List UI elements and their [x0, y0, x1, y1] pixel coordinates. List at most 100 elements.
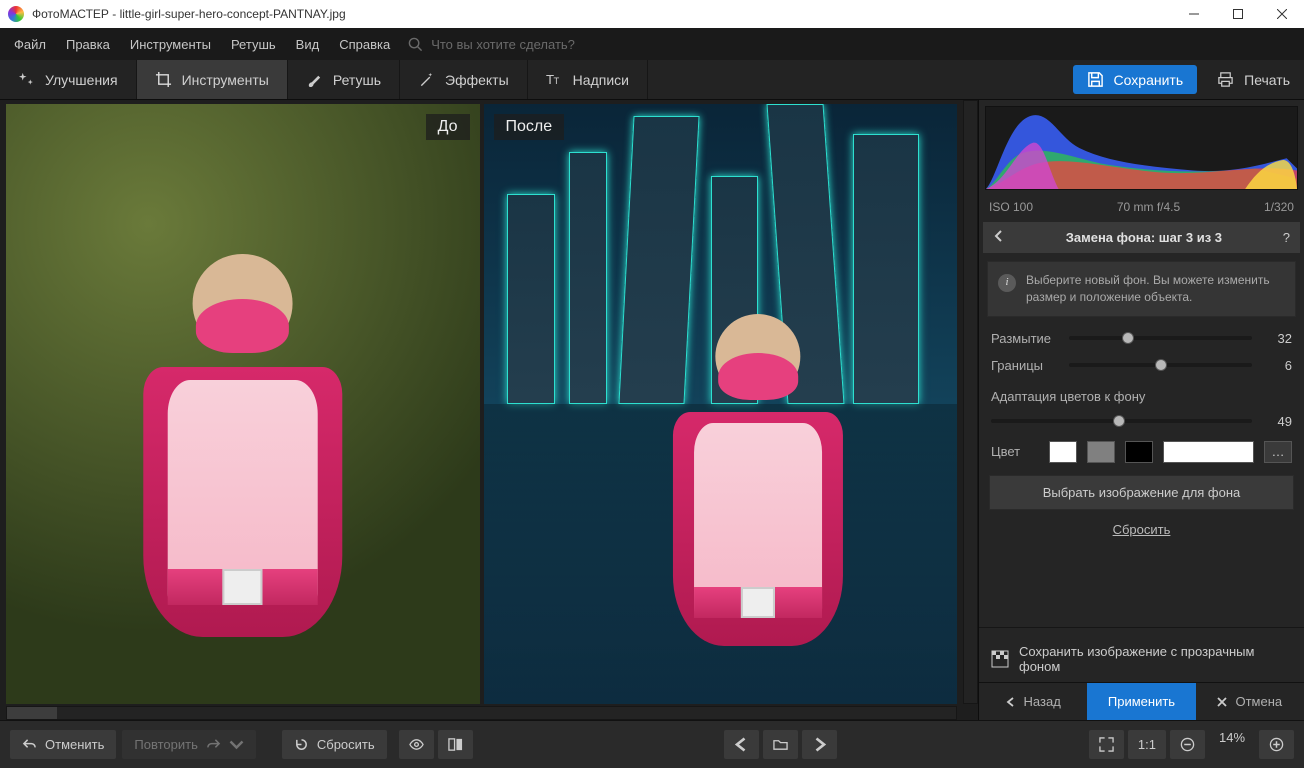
preview-button[interactable]: [399, 730, 434, 759]
folder-icon: [773, 737, 788, 752]
slider-edges[interactable]: Границы 6: [979, 352, 1304, 379]
tab-retouch-label: Ретушь: [333, 72, 381, 88]
brush-icon: [306, 71, 323, 88]
menu-view[interactable]: Вид: [286, 31, 330, 58]
window-titlebar: ФотоМАСТЕР - little-girl-super-hero-conc…: [0, 0, 1304, 28]
canvas-compare[interactable]: До После: [6, 104, 957, 704]
swatch-gray[interactable]: [1087, 441, 1115, 463]
reset-icon: [294, 737, 309, 752]
fit-screen-button[interactable]: [1089, 730, 1124, 759]
tab-text-label: Надписи: [573, 72, 629, 88]
reset-all-label: Сбросить: [317, 737, 375, 752]
exif-shutter: 1/320: [1264, 200, 1294, 214]
chevron-left-icon: [1006, 697, 1016, 707]
slider-adapt-value: 49: [1262, 414, 1292, 429]
swatch-white[interactable]: [1049, 441, 1077, 463]
window-minimize-button[interactable]: [1172, 0, 1216, 28]
next-image-button[interactable]: [802, 730, 837, 759]
choose-bg-button[interactable]: Выбрать изображение для фона: [989, 475, 1294, 510]
save-transparent-label: Сохранить изображение с прозрачным фоном: [1019, 644, 1292, 674]
slider-edges-track[interactable]: [1069, 363, 1252, 367]
save-icon: [1087, 71, 1104, 88]
redo-button[interactable]: Повторить: [122, 730, 255, 759]
menu-help[interactable]: Справка: [329, 31, 400, 58]
panel-actions: Назад Применить Отмена: [979, 682, 1304, 720]
zoom-actual-button[interactable]: 1:1: [1128, 730, 1166, 759]
printer-icon: [1217, 71, 1234, 88]
save-transparent-button[interactable]: Сохранить изображение с прозрачным фоном: [979, 636, 1304, 682]
compare-button[interactable]: [438, 730, 473, 759]
menu-retouch[interactable]: Ретушь: [221, 31, 286, 58]
window-maximize-button[interactable]: [1216, 0, 1260, 28]
menu-edit[interactable]: Правка: [56, 31, 120, 58]
back-button[interactable]: Назад: [979, 683, 1087, 720]
bottom-bar: Отменить Повторить Сбросить 1:1 14%: [0, 720, 1304, 768]
slider-blur-track[interactable]: [1069, 336, 1252, 340]
tab-effects[interactable]: Эффекты: [400, 60, 528, 99]
save-button[interactable]: Сохранить: [1073, 65, 1198, 94]
chevron-down-icon: [229, 737, 244, 752]
panel-info: i Выберите новый фон. Вы можете изменить…: [987, 261, 1296, 317]
svg-text:T: T: [553, 76, 559, 87]
help-search[interactable]: Что вы хотите сделать?: [408, 37, 575, 52]
swatch-black[interactable]: [1125, 441, 1153, 463]
apply-button[interactable]: Применить: [1087, 683, 1195, 720]
color-label: Цвет: [991, 444, 1039, 459]
slider-edges-label: Границы: [991, 358, 1059, 373]
panel-help-icon[interactable]: ?: [1283, 230, 1290, 245]
fit-icon: [1099, 737, 1114, 752]
print-button[interactable]: Печать: [1203, 60, 1304, 99]
color-row: Цвет …: [979, 435, 1304, 469]
save-button-label: Сохранить: [1114, 72, 1184, 88]
panel-info-text: Выберите новый фон. Вы можете изменить р…: [1026, 273, 1270, 304]
eye-icon: [409, 737, 424, 752]
menu-bar: Файл Правка Инструменты Ретушь Вид Справ…: [0, 28, 1304, 60]
window-close-button[interactable]: [1260, 0, 1304, 28]
text-icon: TT: [546, 71, 563, 88]
canvas-hscrollbar[interactable]: [6, 706, 957, 720]
tab-tools-label: Инструменты: [182, 72, 269, 88]
tab-retouch[interactable]: Ретушь: [288, 60, 400, 99]
undo-button[interactable]: Отменить: [10, 730, 116, 759]
swatch-current[interactable]: [1163, 441, 1254, 463]
chevron-left-icon: [734, 737, 749, 752]
tab-text[interactable]: TT Надписи: [528, 60, 648, 99]
slider-blur[interactable]: Размытие 32: [979, 325, 1304, 352]
slider-adapt[interactable]: 49: [979, 408, 1304, 435]
panel-title: Замена фона: шаг 3 из 3: [1005, 230, 1283, 245]
crop-icon: [155, 71, 172, 88]
exif-lens: 70 mm f/4.5: [1117, 200, 1180, 214]
menu-file[interactable]: Файл: [4, 31, 56, 58]
reset-link[interactable]: Сбросить: [979, 516, 1304, 543]
cancel-button[interactable]: Отмена: [1196, 683, 1304, 720]
menu-tools[interactable]: Инструменты: [120, 31, 221, 58]
tab-enhance-label: Улучшения: [45, 72, 118, 88]
open-folder-button[interactable]: [763, 730, 798, 759]
help-search-placeholder: Что вы хотите сделать?: [431, 37, 575, 52]
print-button-label: Печать: [1244, 72, 1290, 88]
zoom-actual-label: 1:1: [1138, 737, 1156, 752]
slider-adapt-track[interactable]: [991, 419, 1252, 423]
tab-effects-label: Эффекты: [445, 72, 509, 88]
canvas-after[interactable]: После: [484, 104, 958, 704]
prev-image-button[interactable]: [724, 730, 759, 759]
redo-label: Повторить: [134, 737, 197, 752]
plus-icon: [1269, 737, 1284, 752]
panel-back-icon[interactable]: [993, 230, 1005, 245]
apply-button-label: Применить: [1108, 694, 1175, 709]
canvas-vscrollbar[interactable]: [963, 100, 978, 704]
zoom-percent: 14%: [1209, 730, 1255, 759]
slider-blur-label: Размытие: [991, 331, 1059, 346]
zoom-out-button[interactable]: [1170, 730, 1205, 759]
canvas-before[interactable]: До: [6, 104, 480, 704]
undo-label: Отменить: [45, 737, 104, 752]
reset-all-button[interactable]: Сбросить: [282, 730, 387, 759]
exif-info: ISO 100 70 mm f/4.5 1/320: [979, 196, 1304, 222]
tab-enhance[interactable]: Улучшения: [0, 60, 137, 99]
histogram[interactable]: [985, 106, 1298, 190]
tab-tools[interactable]: Инструменты: [137, 60, 288, 99]
window-title: ФотоМАСТЕР - little-girl-super-hero-conc…: [32, 7, 1172, 21]
sparkle-icon: [18, 71, 35, 88]
zoom-in-button[interactable]: [1259, 730, 1294, 759]
swatch-more[interactable]: …: [1264, 441, 1292, 463]
